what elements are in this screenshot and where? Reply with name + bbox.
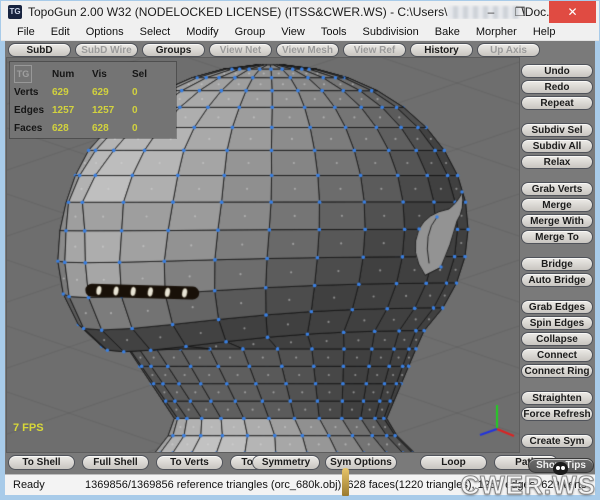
panel-button-connect[interactable]: Connect — [521, 348, 593, 362]
menu-item-file[interactable]: File — [9, 26, 43, 38]
tools-panel-group: Grab Edges Spin Edges Collapse Connect Conne… — [521, 300, 593, 378]
stats-faces-num: 628 — [52, 123, 92, 134]
minimize-button[interactable]: – — [479, 1, 503, 23]
menu-item-tools[interactable]: Tools — [313, 26, 355, 38]
window-body: SubD SubD Wire Groups View Net View Mesh View… — [5, 41, 595, 474]
panel-button-spin-edges[interactable]: Spin Edges — [521, 316, 593, 330]
stats-faces-vis: 628 — [92, 123, 132, 134]
menu-item-view[interactable]: View — [273, 26, 313, 38]
panel-button-merge[interactable]: Merge — [521, 198, 593, 212]
tools-panel-group: Bridge Auto Bridge — [521, 257, 593, 287]
close-icon: ✕ — [567, 5, 577, 19]
stats-column-vis: Vis — [92, 69, 132, 80]
menu-item-morpher[interactable]: Morpher — [468, 26, 525, 38]
bottom-button-symmetry[interactable]: Symmetry — [252, 455, 320, 470]
tools-panel-group: Create Sym — [521, 434, 593, 448]
toolbar-button-view-net[interactable]: View Net — [209, 43, 272, 57]
panel-button-relax[interactable]: Relax — [521, 155, 593, 169]
panel-button-merge-to[interactable]: Merge To — [521, 230, 593, 244]
panel-button-repeat[interactable]: Repeat — [521, 96, 593, 110]
bottom-toolbar: To ShellFull ShellTo VertsTo EdgesSymmet… — [5, 452, 521, 474]
panel-button-straighten[interactable]: Straighten — [521, 391, 593, 405]
menu-item-select[interactable]: Select — [132, 26, 179, 38]
toolbar-button-groups[interactable]: Groups — [142, 43, 205, 57]
tools-panel-group: Subdiv Sel Subdiv All Relax — [521, 123, 593, 169]
stats-row-label-edges: Edges — [14, 105, 52, 116]
stats-edges-vis: 1257 — [92, 105, 132, 116]
bottom-button-to-verts[interactable]: To Verts — [156, 455, 223, 470]
panel-button-auto-bridge[interactable]: Auto Bridge — [521, 273, 593, 287]
mesh-stats-panel: TGNumVisSelVerts6296290Edges125712570Fac… — [10, 62, 176, 138]
stats-verts-vis: 629 — [92, 87, 132, 98]
toolbar-button-up-axis[interactable]: Up Axis — [477, 43, 540, 57]
stats-verts-num: 629 — [52, 87, 92, 98]
close-button[interactable]: ✕ — [549, 1, 596, 23]
stats-column-num: Num — [52, 69, 92, 80]
toolbar-button-subd-wire[interactable]: SubD Wire — [75, 43, 138, 57]
panel-button-subdiv-all[interactable]: Subdiv All — [521, 139, 593, 153]
app-icon: TG — [8, 5, 22, 19]
menu-item-edit[interactable]: Edit — [43, 26, 78, 38]
panel-button-grab-edges[interactable]: Grab Edges — [521, 300, 593, 314]
window-title-part1: TopoGun 2.00 W32 (NODELOCKED LICENSE) (I… — [28, 5, 447, 19]
panel-button-redo[interactable]: Redo — [521, 80, 593, 94]
status-bar: Ready 1369856/1369856 reference triangle… — [5, 474, 595, 495]
stats-row-label-verts: Verts — [14, 87, 52, 98]
stats-edges-num: 1257 — [52, 105, 92, 116]
menu-item-help[interactable]: Help — [525, 26, 564, 38]
panel-button-undo[interactable]: Undo — [521, 64, 593, 78]
topogun-window: TG TopoGun 2.00 W32 (NODELOCKED LICENSE)… — [0, 0, 600, 500]
stats-edges-sel: 0 — [132, 105, 172, 116]
panel-button-subdiv-sel[interactable]: Subdiv Sel — [521, 123, 593, 137]
status-state: Ready — [13, 479, 85, 491]
panel-button-force-refresh[interactable]: Force Refresh — [521, 407, 593, 421]
viewport-3d[interactable]: TGNumVisSelVerts6296290Edges125712570Fac… — [7, 58, 519, 452]
menu-item-subdivision[interactable]: Subdivision — [355, 26, 427, 38]
menu-item-group[interactable]: Group — [227, 26, 274, 38]
toolbar-button-view-mesh[interactable]: View Mesh — [276, 43, 339, 57]
panel-button-grab-verts[interactable]: Grab Verts — [521, 182, 593, 196]
toolbar-button-history[interactable]: History — [410, 43, 473, 57]
maximize-icon: ❐ — [515, 5, 526, 19]
menu-bar: FileEditOptionsSelectModifyGroupViewTool… — [1, 23, 599, 41]
window-title: TopoGun 2.00 W32 (NODELOCKED LICENSE) (I… — [28, 5, 556, 19]
show-tips-tooltip[interactable]: Show Tips — [528, 458, 594, 473]
tools-panel: Undo Redo Repeat Subdiv Sel Subdiv All Relax G… — [521, 58, 593, 474]
panel-button-connect-ring[interactable]: Connect Ring — [521, 364, 593, 378]
panel-button-merge-with[interactable]: Merge With — [521, 214, 593, 228]
toolbar-button-subd[interactable]: SubD — [8, 43, 71, 57]
stats-faces-sel: 0 — [132, 123, 172, 134]
minimize-icon: – — [488, 5, 495, 19]
menu-item-modify[interactable]: Modify — [178, 26, 226, 38]
tools-panel-group: Grab Verts Merge Merge With Merge To — [521, 182, 593, 244]
panel-button-bridge[interactable]: Bridge — [521, 257, 593, 271]
tools-panel-group: Undo Redo Repeat — [521, 64, 593, 110]
bottom-button-loop[interactable]: Loop — [420, 455, 487, 470]
bottom-button-full-shell[interactable]: Full Shell — [82, 455, 149, 470]
stats-verts-sel: 0 — [132, 87, 172, 98]
status-message: 1369856/1369856 reference triangles (orc… — [85, 479, 586, 491]
stats-column-sel: Sel — [132, 69, 172, 80]
menu-item-options[interactable]: Options — [78, 26, 132, 38]
panel-button-create-sym[interactable]: Create Sym — [521, 434, 593, 448]
bottom-button-to-shell[interactable]: To Shell — [8, 455, 75, 470]
fps-counter: 7 FPS — [13, 422, 44, 434]
topogun-logo-icon: TG — [14, 65, 32, 83]
panel-button-collapse[interactable]: Collapse — [521, 332, 593, 346]
title-bar[interactable]: TG TopoGun 2.00 W32 (NODELOCKED LICENSE)… — [1, 1, 599, 23]
maximize-button[interactable]: ❐ — [507, 1, 533, 23]
bottom-button-sym-options[interactable]: Sym Options — [325, 455, 397, 470]
tools-panel-group: Straighten Force Refresh — [521, 391, 593, 421]
toolbar-button-view-ref[interactable]: View Ref — [343, 43, 406, 57]
stats-row-label-faces: Faces — [14, 123, 52, 134]
top-toolbar: SubD SubD Wire Groups View Net View Mesh View… — [8, 43, 540, 57]
menu-item-bake[interactable]: Bake — [427, 26, 468, 38]
